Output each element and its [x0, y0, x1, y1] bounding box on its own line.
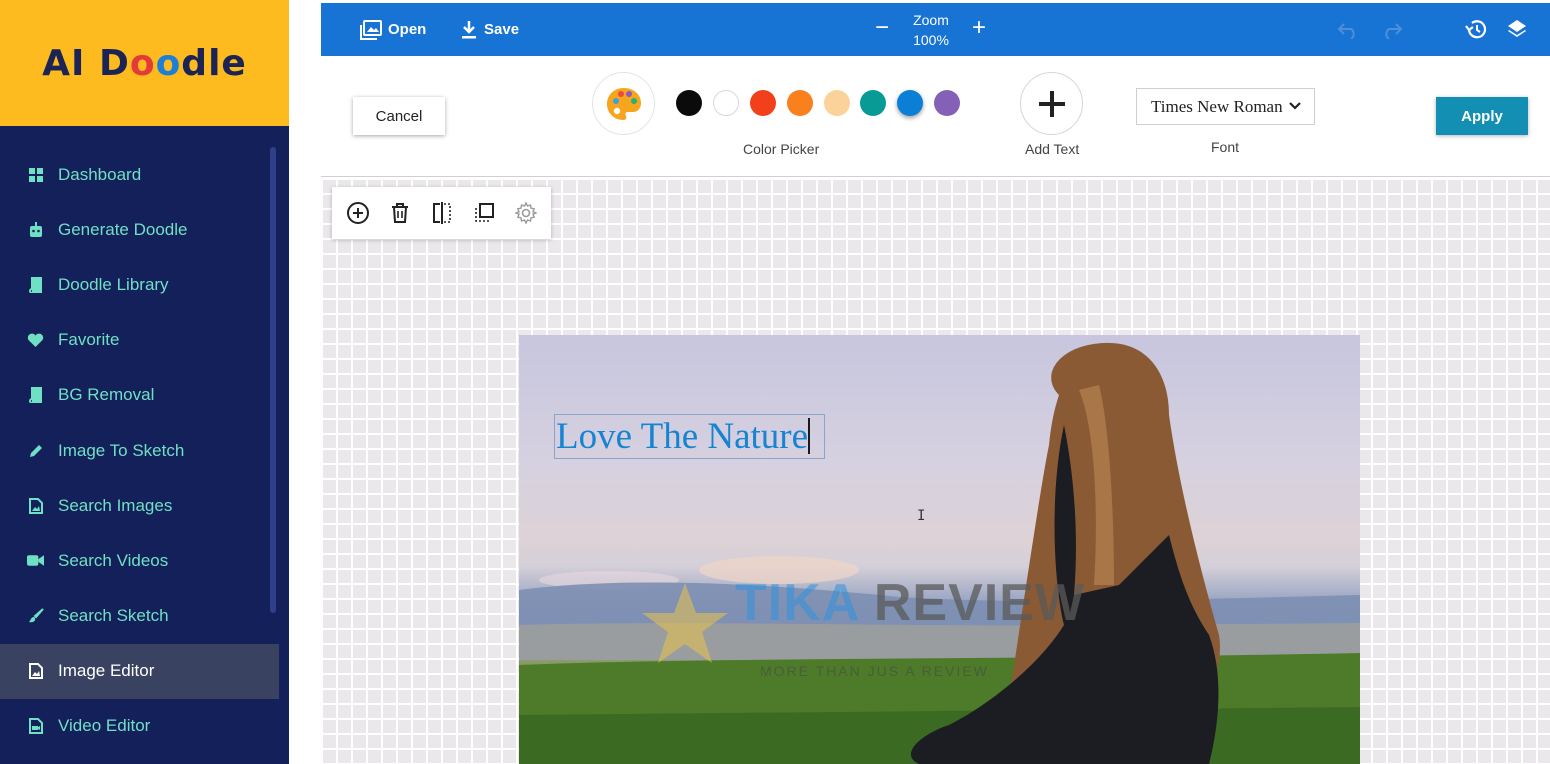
- top-toolbar: Open Save − Zoom 100% +: [321, 3, 1550, 56]
- sidebar-item-label: Image To Sketch: [58, 440, 185, 460]
- sidebar-scrollbar[interactable]: [270, 147, 276, 613]
- sidebar-item-search-images[interactable]: Search Images: [0, 478, 279, 533]
- color-swatch-red[interactable]: [750, 90, 776, 116]
- zoom-out-button[interactable]: −: [870, 16, 894, 42]
- canvas-image[interactable]: [519, 335, 1360, 764]
- color-swatch-teal[interactable]: [860, 90, 886, 116]
- watermark-title: TIKA REVIEW: [735, 573, 1085, 633]
- grid-icon: [27, 166, 44, 183]
- open-label: Open: [388, 21, 427, 38]
- history-icon[interactable]: [1464, 18, 1488, 45]
- sidebar-item-video-editor[interactable]: Video Editor: [0, 699, 279, 754]
- sidebar-item-label: Dashboard: [58, 164, 142, 184]
- sidebar-item-label: Image Editor: [58, 661, 155, 681]
- palette-icon: [606, 87, 641, 120]
- duplicate-icon[interactable]: [471, 200, 497, 226]
- sidebar-item-search-videos[interactable]: Search Videos: [0, 533, 279, 588]
- sidebar-item-search-sketch[interactable]: Search Sketch: [0, 589, 279, 644]
- zoom-indicator: Zoom 100%: [901, 10, 961, 50]
- layers-icon[interactable]: [1506, 18, 1528, 45]
- sidebar-item-label: Search Videos: [58, 550, 169, 570]
- color-picker-label: Color Picker: [743, 141, 820, 157]
- text-object[interactable]: Love The Nature: [554, 414, 825, 459]
- watermark: TIKA REVIEW MORE THAN JUS A REVIEW: [640, 574, 1084, 685]
- brush-icon: [27, 608, 44, 625]
- text-caret: [808, 418, 810, 454]
- add-circle-icon[interactable]: [345, 200, 371, 226]
- save-button[interactable]: Save: [460, 3, 519, 56]
- color-swatch-blue[interactable]: [897, 90, 923, 116]
- undo-icon[interactable]: [1337, 19, 1359, 44]
- app-logo[interactable]: AI Doodle: [0, 0, 289, 126]
- sidebar-item-label: BG Removal: [58, 385, 155, 405]
- apply-button[interactable]: Apply: [1436, 97, 1528, 135]
- chevron-down-icon: [1288, 98, 1302, 118]
- image-file-icon: [27, 663, 44, 680]
- color-swatch-white[interactable]: [713, 90, 739, 116]
- zoom-value: 100%: [913, 32, 949, 48]
- sidebar-item-generate-doodle[interactable]: Generate Doodle: [0, 202, 279, 257]
- photo-scene: [519, 342, 1360, 764]
- zoom-in-button[interactable]: +: [967, 16, 991, 42]
- sidebar-item-label: Doodle Library: [58, 274, 169, 294]
- font-label: Font: [1211, 139, 1240, 155]
- gear-icon[interactable]: [513, 200, 539, 226]
- robot-icon: [27, 221, 44, 238]
- sidebar-item-doodle-library[interactable]: Doodle Library: [0, 257, 279, 312]
- image-icon: [360, 19, 382, 40]
- watermark-title-b: REVIEW: [873, 574, 1085, 632]
- book-icon: [27, 387, 44, 404]
- color-picker-button[interactable]: [592, 72, 655, 135]
- add-text-label: Add Text: [1025, 141, 1080, 157]
- logo-wordmark: AI Doodle: [42, 42, 247, 84]
- open-button[interactable]: Open: [360, 3, 426, 56]
- add-text-button[interactable]: [1020, 72, 1083, 135]
- font-select[interactable]: Times New Roman: [1136, 88, 1315, 125]
- sidebar-item-favorite[interactable]: Favorite: [0, 313, 279, 368]
- sidebar-item-image-to-sketch[interactable]: Image To Sketch: [0, 423, 279, 478]
- color-swatch-purple[interactable]: [934, 90, 960, 116]
- trash-icon[interactable]: [387, 200, 413, 226]
- video-camera-icon: [27, 552, 44, 569]
- save-label: Save: [484, 21, 520, 38]
- star-icon: [642, 583, 728, 663]
- sidebar-item-dashboard[interactable]: Dashboard: [0, 147, 279, 202]
- sidebar-item-label: Video Editor: [58, 716, 151, 736]
- font-select-value: Times New Roman: [1151, 96, 1283, 116]
- cancel-button[interactable]: Cancel: [353, 97, 445, 135]
- color-swatch-black[interactable]: [676, 90, 702, 116]
- editor-toolbar: Cancel Color Picker Add Text Times New R…: [321, 56, 1550, 177]
- color-swatch-peach[interactable]: [824, 90, 850, 116]
- sidebar-item-bg-removal[interactable]: BG Removal: [0, 368, 279, 423]
- sidebar-item-image-editor[interactable]: Image Editor: [0, 643, 279, 699]
- zoom-label: Zoom: [913, 12, 949, 28]
- sidebar-item-label: Generate Doodle: [58, 219, 188, 239]
- mouse-cursor-icon: I: [917, 508, 926, 524]
- flip-icon[interactable]: [429, 200, 455, 226]
- plus-icon: [1038, 90, 1065, 117]
- sidebar-item-label: Favorite: [58, 330, 120, 350]
- image-file-icon: [27, 497, 44, 514]
- watermark-title-a: TIKA: [735, 574, 859, 632]
- heart-icon: [27, 332, 44, 349]
- color-swatch-orange[interactable]: [787, 90, 813, 116]
- sidebar-nav: Dashboard Generate Doodle Doodle Library…: [0, 147, 279, 754]
- book-icon: [27, 276, 44, 293]
- watermark-tagline: MORE THAN JUS A REVIEW: [760, 663, 989, 679]
- video-file-icon: [27, 718, 44, 735]
- redo-icon[interactable]: [1381, 19, 1403, 44]
- object-toolbar: [332, 187, 551, 239]
- sidebar: AI Doodle Dashboard Generate Doodle Dood…: [0, 0, 289, 764]
- download-icon: [462, 20, 476, 38]
- pencil-icon: [27, 442, 44, 459]
- sidebar-item-label: Search Images: [58, 495, 173, 515]
- sidebar-item-label: Search Sketch: [58, 606, 169, 626]
- text-object-content: Love The Nature: [556, 416, 809, 457]
